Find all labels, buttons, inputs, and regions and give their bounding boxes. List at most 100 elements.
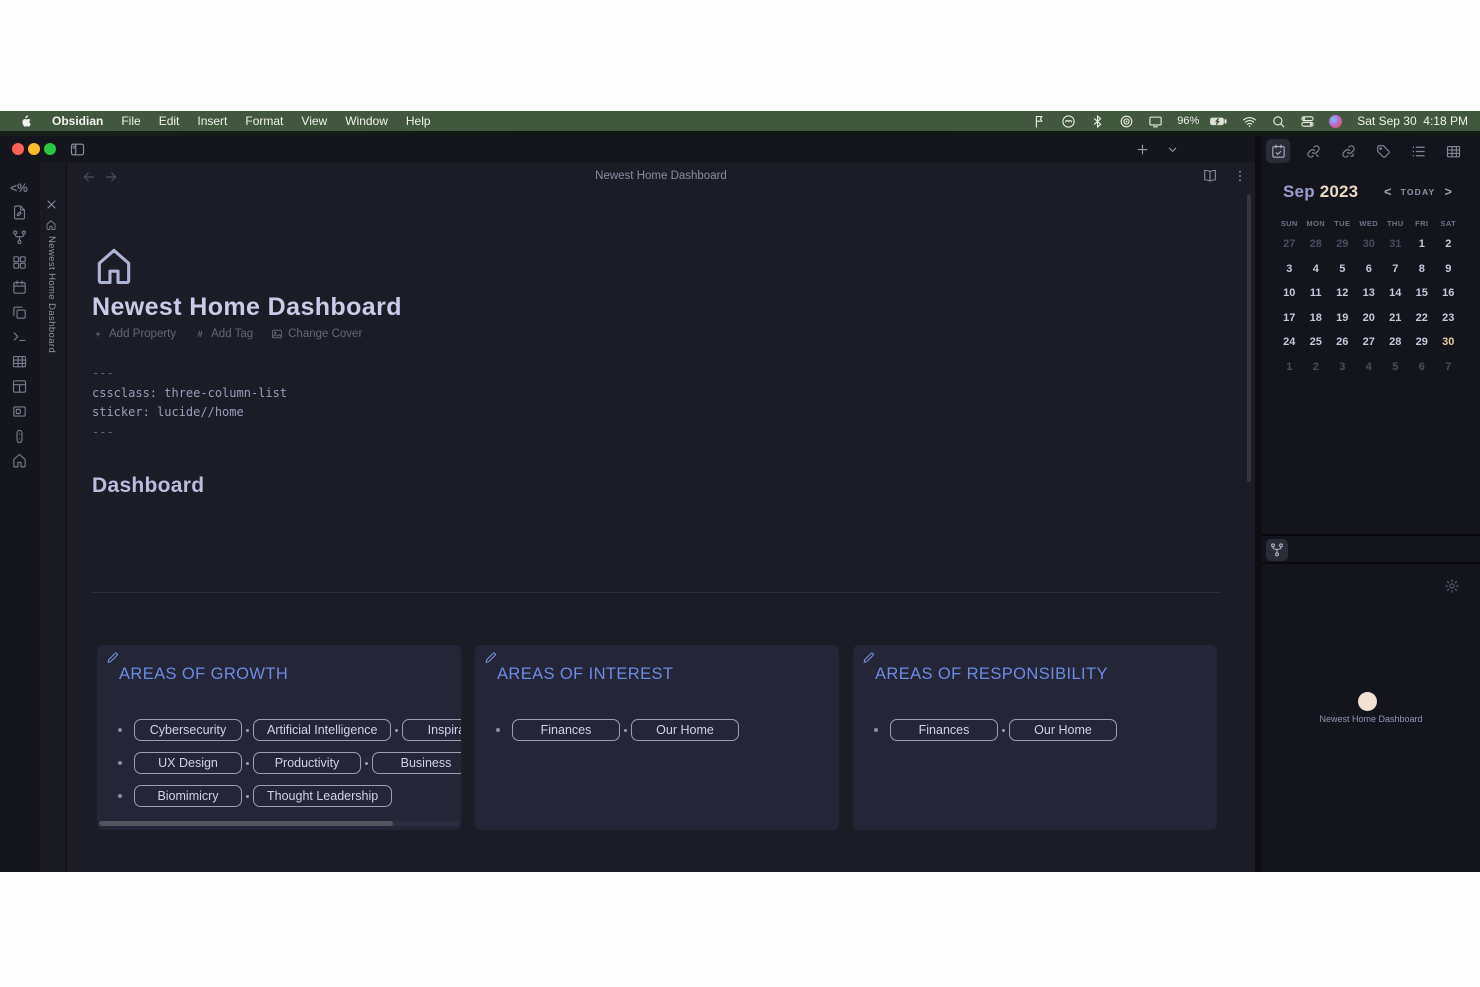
sidebar-outline-list-icon[interactable] — [1406, 139, 1430, 163]
calendar-day[interactable]: 30 — [1356, 232, 1383, 257]
menu-item-format[interactable]: Format — [236, 111, 292, 131]
calendar-prev-icon[interactable]: < — [1384, 184, 1392, 199]
minimize-window-button[interactable] — [28, 143, 40, 155]
ribbon-terminal-icon[interactable] — [10, 328, 28, 346]
control-center-icon[interactable] — [1293, 111, 1322, 131]
tag-link-inspiration[interactable]: Inspiration — [402, 719, 461, 741]
calendar-day[interactable]: 8 — [1409, 257, 1436, 282]
ribbon-table-icon[interactable] — [10, 353, 28, 371]
calendar-day[interactable]: 13 — [1356, 281, 1383, 306]
pane-separator[interactable] — [1255, 136, 1262, 872]
calendar-day[interactable]: 29 — [1329, 232, 1356, 257]
calendar-day[interactable]: 23 — [1435, 306, 1462, 331]
close-window-button[interactable] — [12, 143, 24, 155]
calendar-day[interactable]: 10 — [1276, 281, 1303, 306]
card-horizontal-scrollbar[interactable] — [99, 821, 459, 826]
tab-chevron-down-icon[interactable] — [1163, 140, 1181, 158]
calendar-day[interactable]: 9 — [1435, 257, 1462, 282]
calendar-day[interactable]: 19 — [1329, 306, 1356, 331]
tag-link-thought-leadership[interactable]: Thought Leadership — [253, 785, 392, 807]
calendar-day[interactable]: 7 — [1382, 257, 1409, 282]
calendar-day[interactable]: 7 — [1435, 355, 1462, 380]
calendar-day[interactable]: 14 — [1382, 281, 1409, 306]
graph-node[interactable] — [1358, 692, 1377, 711]
audio-grill-icon[interactable] — [1112, 111, 1141, 131]
calendar-day[interactable]: 25 — [1303, 330, 1330, 355]
sidebar-calendar-check-icon[interactable] — [1266, 139, 1290, 163]
calendar-day[interactable]: 20 — [1356, 306, 1383, 331]
tag-link-finances[interactable]: Finances — [512, 719, 620, 741]
ribbon-home-icon[interactable] — [10, 452, 28, 470]
calendar-day[interactable]: 6 — [1409, 355, 1436, 380]
tag-link-our-home[interactable]: Our Home — [631, 719, 739, 741]
calendar-day[interactable]: 26 — [1329, 330, 1356, 355]
sidebar-left-toggle-icon[interactable] — [68, 140, 86, 158]
calendar-day[interactable]: 30 — [1435, 330, 1462, 355]
calendar-day[interactable]: 31 — [1382, 232, 1409, 257]
note-home-icon[interactable] — [92, 244, 136, 288]
calendar-day[interactable]: 5 — [1329, 257, 1356, 282]
editor-scrollbar[interactable] — [1247, 194, 1251, 482]
calendar-day[interactable]: 5 — [1382, 355, 1409, 380]
scrollbar-thumb[interactable] — [99, 821, 393, 826]
calendar-day[interactable]: 6 — [1356, 257, 1383, 282]
note-title[interactable]: Newest Home Dashboard — [92, 293, 402, 322]
calendar-day[interactable]: 3 — [1276, 257, 1303, 282]
tag-link-ux-design[interactable]: UX Design — [134, 752, 242, 774]
tag-link-cybersecurity[interactable]: Cybersecurity — [134, 719, 242, 741]
calendar-day[interactable]: 27 — [1356, 330, 1383, 355]
calendar-day[interactable]: 18 — [1303, 306, 1330, 331]
calendar-next-icon[interactable]: > — [1444, 184, 1452, 199]
calendar-day[interactable]: 4 — [1356, 355, 1383, 380]
tag-link-productivity[interactable]: Productivity — [253, 752, 361, 774]
calendar-day[interactable]: 24 — [1276, 330, 1303, 355]
calendar-day[interactable]: 16 — [1435, 281, 1462, 306]
pencil-icon[interactable] — [106, 651, 120, 665]
calendar-day[interactable]: 4 — [1303, 257, 1330, 282]
sidebar-tag-icon[interactable] — [1371, 139, 1395, 163]
sidebar-backlink-icon[interactable] — [1301, 139, 1325, 163]
pencil-icon[interactable] — [862, 651, 876, 665]
display-icon[interactable] — [1141, 111, 1170, 131]
search-icon[interactable] — [1264, 111, 1293, 131]
menu-item-edit[interactable]: Edit — [150, 111, 189, 131]
add-tag-button[interactable]: #Add Tag — [194, 328, 253, 340]
ribbon-graph-view-icon[interactable] — [10, 229, 28, 247]
pencil-icon[interactable] — [484, 651, 498, 665]
tag-link-artificial-intelligence[interactable]: Artificial Intelligence — [253, 719, 391, 741]
sidebar-table-icon[interactable] — [1441, 139, 1465, 163]
more-options-icon[interactable] — [1232, 168, 1249, 185]
calendar-day[interactable]: 21 — [1382, 306, 1409, 331]
battery-icon[interactable] — [1201, 111, 1235, 131]
calendar-day[interactable]: 11 — [1303, 281, 1330, 306]
calendar-day[interactable]: 12 — [1329, 281, 1356, 306]
menu-item-view[interactable]: View — [292, 111, 336, 131]
ribbon-grid-dashboard-icon[interactable] — [10, 253, 28, 271]
menu-app-name[interactable]: Obsidian — [43, 111, 112, 131]
sidebar-outgoing-link-icon[interactable] — [1336, 139, 1360, 163]
local-graph-view[interactable]: Newest Home Dashboard — [1262, 564, 1480, 872]
tag-link-our-home[interactable]: Our Home — [1009, 719, 1117, 741]
bluetooth-icon[interactable] — [1083, 111, 1112, 131]
ribbon-templater-icon[interactable]: <% — [10, 179, 28, 197]
gear-icon[interactable] — [1444, 578, 1461, 595]
collapsed-tab-strip[interactable]: Newest Home Dashboard — [39, 162, 67, 872]
menu-item-insert[interactable]: Insert — [188, 111, 236, 131]
wifi-icon[interactable] — [1235, 111, 1264, 131]
creative-cloud-icon[interactable] — [1054, 111, 1083, 131]
calendar-day[interactable]: 17 — [1276, 306, 1303, 331]
menu-item-help[interactable]: Help — [397, 111, 440, 131]
add-property-button[interactable]: +Add Property — [92, 328, 176, 340]
change-cover-button[interactable]: Change Cover — [271, 328, 362, 340]
ribbon-dice-icon[interactable] — [10, 427, 28, 445]
graph-view-icon[interactable] — [1266, 539, 1288, 561]
calendar-day[interactable]: 22 — [1409, 306, 1436, 331]
ribbon-card-view-icon[interactable] — [10, 402, 28, 420]
menu-item-window[interactable]: Window — [336, 111, 397, 131]
calendar-day[interactable]: 2 — [1303, 355, 1330, 380]
ribbon-daily-note-calendar-icon[interactable] — [10, 278, 28, 296]
tag-link-biomimicry[interactable]: Biomimicry — [134, 785, 242, 807]
tag-link-business[interactable]: Business — [372, 752, 461, 774]
menu-item-file[interactable]: File — [112, 111, 149, 131]
new-tab-plus-icon[interactable] — [1133, 140, 1151, 158]
